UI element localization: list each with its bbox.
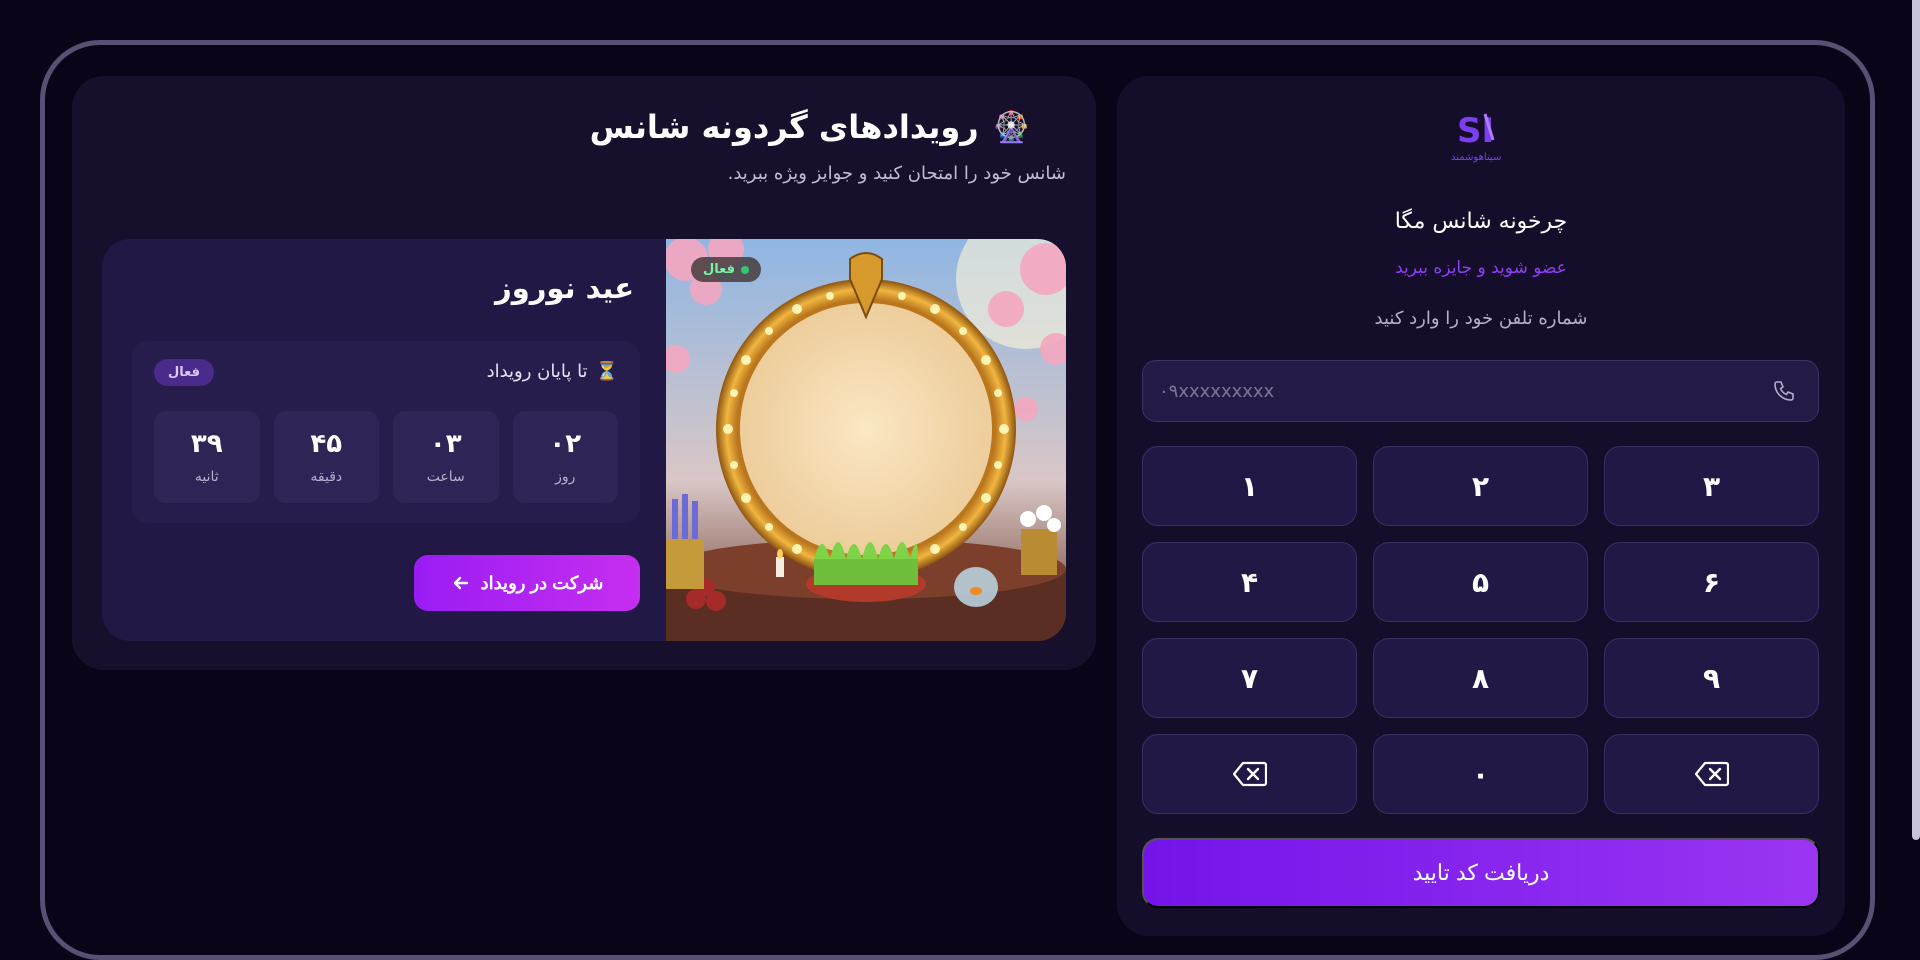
backspace-button-left[interactable]	[1142, 734, 1357, 814]
countdown-header: ⏳ تا پایان رویداد	[487, 361, 618, 382]
countdown-seconds: ۳۹ ثانیه	[154, 411, 260, 503]
login-panel: SI سیناهوشمند چرخونه شانس مگا عضو شوید و…	[1117, 76, 1845, 936]
countdown-value: ۰۳	[429, 429, 462, 459]
countdown-hours: ۰۳ ساعت	[393, 411, 499, 503]
event-image-status-badge: فعال	[690, 257, 761, 282]
svg-text:SI: SI	[1457, 111, 1494, 151]
event-name: عید نوروز	[495, 271, 634, 305]
key-1[interactable]: ۱	[1142, 446, 1357, 526]
ferris-wheel-icon: 🎡	[992, 109, 1030, 145]
countdown-label: تا پایان رویداد	[486, 361, 588, 382]
join-event-button[interactable]: شرکت در رویداد	[414, 555, 640, 611]
key-6[interactable]: ۶	[1604, 542, 1819, 622]
key-4[interactable]: ۴	[1142, 542, 1357, 622]
countdown-unit: روز	[555, 469, 576, 485]
events-title: رویدادهای گردونه شانس	[589, 108, 979, 146]
phone-icon	[1774, 381, 1794, 401]
key-2[interactable]: ۲	[1373, 446, 1588, 526]
countdown-minutes: ۴۵ دقیقه	[273, 411, 379, 503]
events-subtitle: شانس خود را امتحان کنید و جوایز ویژه ببر…	[727, 163, 1066, 184]
join-event-label: شرکت در رویداد	[480, 572, 604, 593]
brand-logo-text: سیناهوشمند	[1451, 152, 1501, 163]
numeric-keypad: ۱ ۲ ۳ ۴ ۵ ۶ ۷ ۸ ۹ ۰	[1142, 446, 1820, 814]
status-badge: فعال	[154, 359, 215, 386]
backspace-icon	[1232, 761, 1267, 787]
brand-logo-icon: SI سیناهوشمند	[1451, 111, 1501, 163]
arrow-left-icon	[453, 576, 468, 590]
hourglass-icon: ⏳	[595, 361, 618, 382]
login-title: چرخونه شانس مگا	[1394, 209, 1568, 234]
countdown-unit: ساعت	[426, 469, 465, 485]
key-9[interactable]: ۹	[1604, 638, 1819, 718]
countdown-value: ۳۹	[190, 429, 223, 459]
phone-field[interactable]	[1142, 360, 1819, 422]
events-header: 🎡 رویدادهای گردونه شانس	[590, 108, 1030, 146]
key-8[interactable]: ۸	[1373, 638, 1588, 718]
countdown-box: ⏳ تا پایان رویداد فعال ۰۲ روز ۰۳ ساعت ۴۵…	[132, 341, 640, 523]
countdown-unit: ثانیه	[194, 469, 219, 485]
key-7[interactable]: ۷	[1142, 638, 1357, 718]
backspace-button-right[interactable]	[1604, 734, 1819, 814]
countdown-cells: ۰۲ روز ۰۳ ساعت ۴۵ دقیقه ۳۹ ثانیه	[154, 411, 618, 503]
status-dot-icon	[741, 265, 749, 274]
page-scrollbar[interactable]	[1912, 0, 1920, 840]
get-verification-code-button[interactable]: دریافت کد تایید	[1142, 838, 1820, 908]
countdown-days: ۰۲ روز	[512, 411, 618, 503]
key-0[interactable]: ۰	[1373, 734, 1588, 814]
countdown-value: ۰۲	[549, 429, 582, 459]
countdown-value: ۴۵	[310, 429, 343, 459]
event-card[interactable]: فعال عید نوروز ⏳ تا پایان رویداد فعال ۰۲…	[102, 239, 1066, 641]
event-image	[666, 239, 1066, 641]
events-panel: 🎡 رویدادهای گردونه شانس شانس خود را امتح…	[72, 76, 1096, 670]
phone-label: شماره تلفن خود را وارد کنید	[1374, 308, 1588, 329]
key-5[interactable]: ۵	[1373, 542, 1588, 622]
login-subtitle: عضو شوید و جایزه ببرید	[1395, 258, 1567, 278]
key-3[interactable]: ۳	[1604, 446, 1819, 526]
backspace-icon	[1694, 761, 1729, 787]
phone-input[interactable]	[1159, 361, 1719, 421]
countdown-unit: دقیقه	[310, 469, 343, 485]
submit-label: دریافت کد تایید	[1412, 860, 1550, 885]
event-image-badge-label: فعال	[702, 262, 735, 277]
